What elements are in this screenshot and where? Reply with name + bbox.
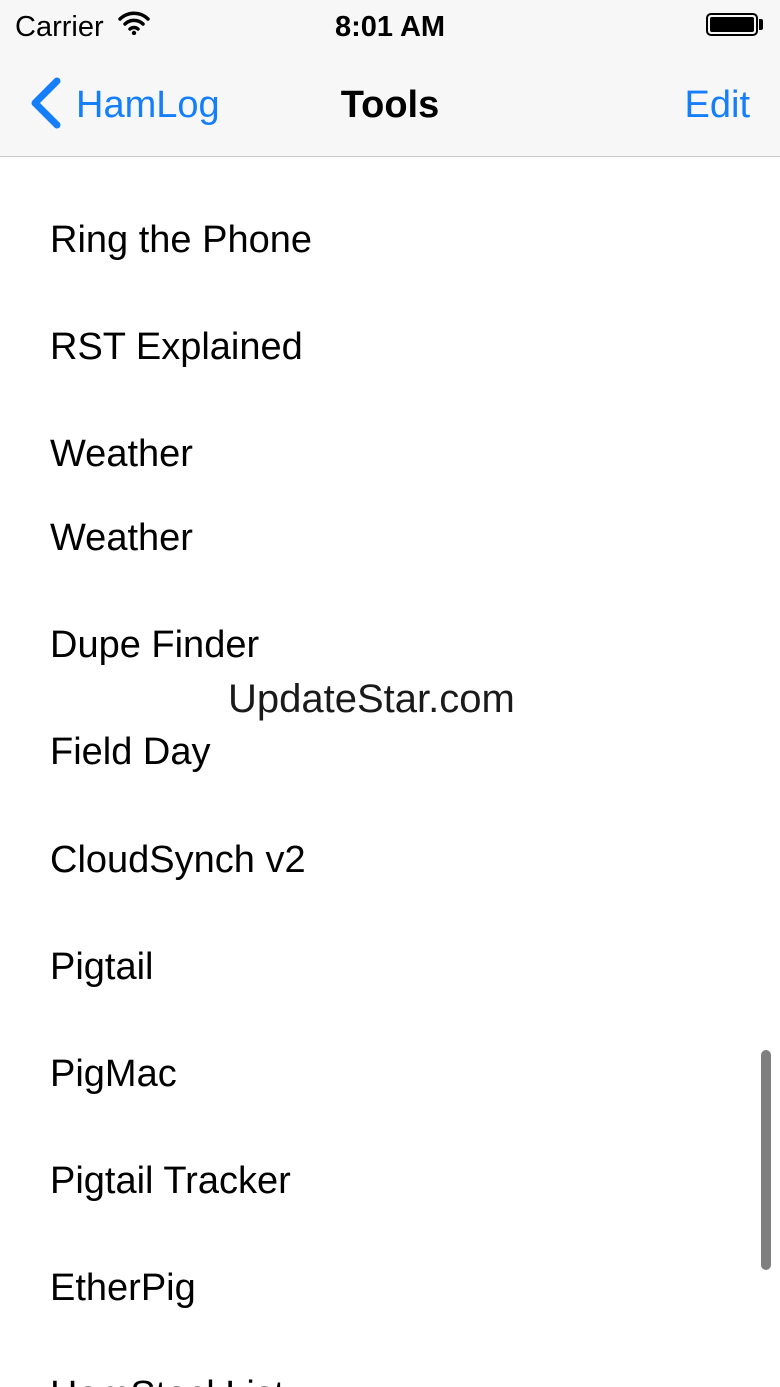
edit-button[interactable]: Edit <box>685 78 750 132</box>
status-time: 8:01 AM <box>334 11 446 43</box>
page-title: Tools <box>340 84 440 126</box>
list-item[interactable]: Field Day <box>0 710 760 790</box>
list-item[interactable]: RST Explained <box>0 305 760 385</box>
status-bar: Carrier 8:01 AM <box>0 0 780 54</box>
list-item-label: HamStockList <box>50 1373 284 1387</box>
list-item[interactable]: PigMac <box>0 1032 760 1112</box>
list-item-label: RST Explained <box>50 326 303 368</box>
watermark: UpdateStar.com <box>228 677 515 721</box>
list-item-label: Pigtail Tracker <box>50 1160 291 1202</box>
list-item[interactable]: Pigtail Tracker <box>0 1139 760 1219</box>
list-item-label: Pigtail <box>50 946 154 988</box>
vertical-scrollbar[interactable] <box>761 1050 771 1270</box>
list-item-label: Ring the Phone <box>50 219 312 261</box>
navigation-bar: HamLog Tools Edit <box>0 54 780 157</box>
list-item[interactable]: HamStockList <box>0 1353 760 1387</box>
list-item-label: Weather <box>50 433 193 475</box>
battery-cap <box>759 19 763 30</box>
list-item-label: CloudSynch v2 <box>50 839 306 881</box>
battery-icon <box>706 13 758 36</box>
list-item[interactable]: Ring the Phone <box>0 198 760 278</box>
list-item-label: Field Day <box>50 731 211 773</box>
list-item[interactable]: CloudSynch v2 <box>0 818 760 898</box>
list-item-label: Weather <box>50 517 193 559</box>
list-item-label: Dupe Finder <box>50 624 260 666</box>
list-item[interactable]: Pigtail <box>0 925 760 1005</box>
tools-list[interactable]: Ring the Phone RST Explained Weather Wea… <box>0 158 780 1387</box>
list-item[interactable]: Weather <box>0 412 760 492</box>
list-item-label: PigMac <box>50 1053 177 1095</box>
list-item[interactable]: Dupe Finder <box>0 603 760 683</box>
list-item-label: EtherPig <box>50 1267 196 1309</box>
list-item[interactable]: Weather <box>0 496 760 576</box>
list-item[interactable]: EtherPig <box>0 1246 760 1326</box>
